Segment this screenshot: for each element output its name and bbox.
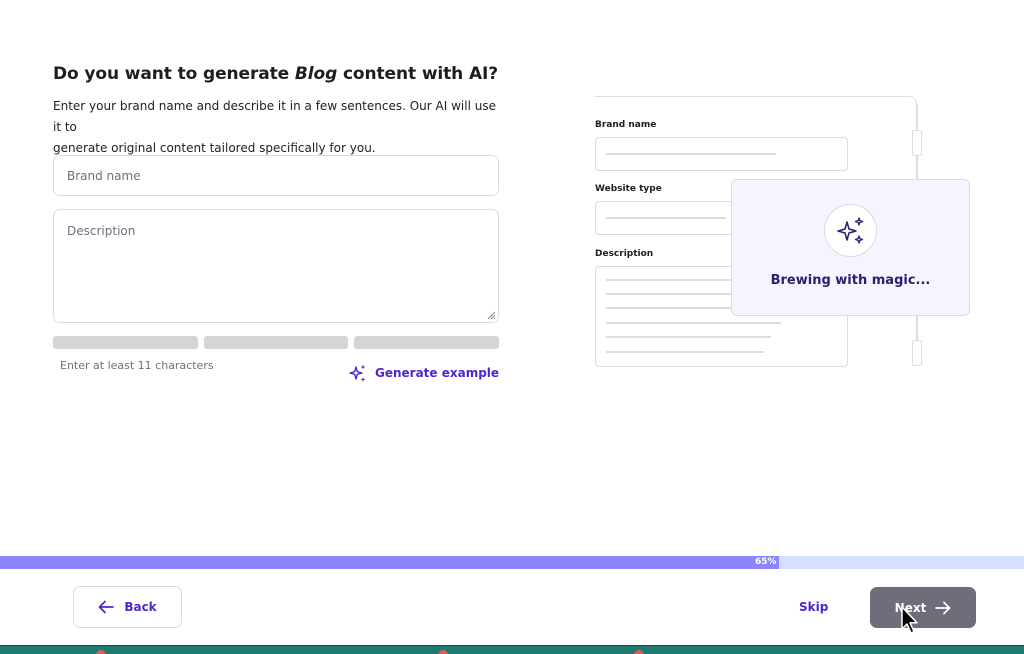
character-progress [53,336,500,349]
description-textarea[interactable]: Description [53,209,499,323]
progress-segment [53,336,198,349]
back-button[interactable]: Back [73,586,182,628]
page-subtitle: Enter your brand name and describe it in… [53,99,496,155]
generate-example-button[interactable]: Generate example [348,363,499,383]
illustration-line [606,153,776,155]
illustration-side-tab [912,340,922,366]
taskbar-dot [438,650,448,654]
progress-percent: 65% [755,557,777,567]
next-button[interactable]: Next [870,587,976,628]
brand-name-placeholder: Brand name [67,169,141,183]
progress-fill [0,556,779,569]
mouse-cursor-icon [901,606,918,634]
sparkle-icon [349,364,366,382]
onboarding-progress-bar: 65% [0,556,1024,569]
description-placeholder: Description [67,224,136,238]
illustration-brand-label: Brand name [595,120,657,130]
generate-example-label: Generate example [375,366,500,380]
content-type: Blog [294,64,338,84]
illustration-line [606,336,771,338]
magic-icon-circle [824,204,877,257]
illustration-brand-box [595,137,848,171]
illustration-line [606,351,764,353]
illustration-website-type-label: Website type [595,184,662,194]
taskbar-dot [96,650,106,654]
illustration-description-label: Description [595,249,654,259]
progress-segment [203,336,349,349]
back-label: Back [124,600,157,614]
taskbar-dot [634,650,644,654]
arrow-right-icon [935,601,951,614]
resize-handle-icon[interactable] [486,310,496,320]
character-hint: Enter at least 11 characters [60,359,214,372]
sparkle-icon [836,216,863,244]
progress-segment [354,336,500,349]
arrow-left-icon [98,600,115,614]
illustration-side-tab [912,130,922,156]
brand-name-input[interactable]: Brand name [53,155,499,196]
magic-card: Brewing with magic... [731,179,970,316]
page-title: Do you want to generate Blog content wit… [53,64,499,84]
bottom-strip [0,645,1024,654]
illustration-line [606,217,726,219]
illustration-outline [595,96,917,106]
magic-status-text: Brewing with magic... [770,273,931,288]
skip-button[interactable]: Skip [799,600,828,614]
illustration-line [606,322,781,324]
intro: Do you want to generate Blog content wit… [53,62,499,159]
